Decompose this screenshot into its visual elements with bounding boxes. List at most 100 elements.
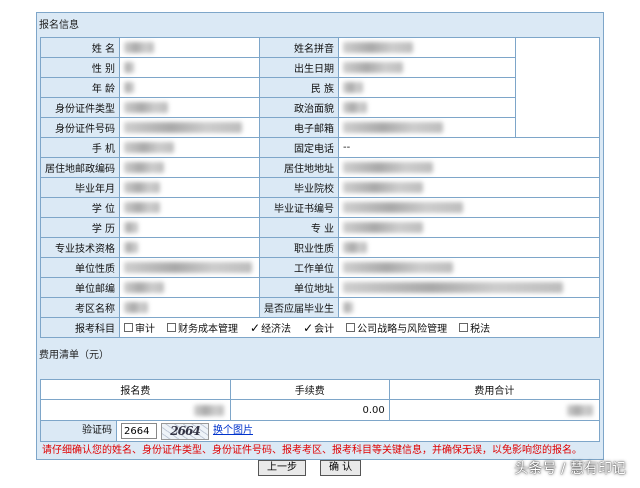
fee-header-total: 费用合计 bbox=[388, 379, 601, 400]
political-label: 政治面貌 bbox=[259, 97, 339, 118]
degree-value bbox=[119, 197, 260, 218]
unit-postcode-label: 单位邮编 bbox=[40, 277, 120, 298]
mobile-label: 手 机 bbox=[40, 137, 120, 158]
grad-date-value bbox=[119, 177, 260, 198]
subjects-list: 审计 财务成本管理 ✓ 经济法 ✓ 会计 公司战略与风险管理 税法 bbox=[119, 317, 600, 338]
table-row: 单位邮编 单位地址 bbox=[40, 277, 600, 298]
degree-label: 学 位 bbox=[40, 197, 120, 218]
subject-label: 会计 bbox=[314, 324, 335, 335]
table-row: 报考科目 审计 财务成本管理 ✓ 经济法 ✓ 会计 公司战略与风险管理 税法 bbox=[40, 317, 600, 338]
gender-value bbox=[119, 57, 260, 78]
photo-area bbox=[515, 37, 600, 138]
grad-date-label: 毕业年月 bbox=[40, 177, 120, 198]
captcha-input[interactable] bbox=[121, 423, 157, 439]
refresh-captcha-link[interactable]: 换个图片 bbox=[213, 421, 253, 441]
checkmark-icon[interactable]: ✓ bbox=[303, 321, 313, 335]
job-title-label: 职业性质 bbox=[259, 237, 339, 258]
is-graduate-label: 是否应届毕业生 bbox=[259, 297, 339, 318]
subject-label: 税法 bbox=[470, 324, 491, 335]
table-row: 专业技术资格 职业性质 bbox=[40, 237, 600, 258]
major-value bbox=[338, 217, 600, 238]
age-label: 年 龄 bbox=[40, 77, 120, 98]
work-unit-value bbox=[338, 257, 600, 278]
unit-type-label: 单位性质 bbox=[40, 257, 120, 278]
table-row: 报名费 手续费 费用合计 bbox=[40, 379, 601, 400]
fees-title: 费用清单（元） bbox=[39, 350, 109, 361]
prev-step-button[interactable]: 上一步 bbox=[258, 460, 306, 476]
subjects-label: 报考科目 bbox=[40, 317, 120, 338]
watermark: 头条号 / 慧有印记 bbox=[514, 461, 626, 477]
postcode-value bbox=[119, 157, 260, 178]
table-row: 单位性质 工作单位 bbox=[40, 257, 600, 278]
action-buttons: 上一步 确 认 bbox=[258, 460, 362, 476]
email-value bbox=[338, 117, 516, 138]
education-value bbox=[119, 217, 260, 238]
panel-title: 报名信息 bbox=[39, 20, 79, 31]
name-value bbox=[119, 37, 260, 58]
education-label: 学 历 bbox=[40, 217, 120, 238]
ethnicity-label: 民 族 bbox=[259, 77, 339, 98]
postcode-label: 居住地邮政编码 bbox=[40, 157, 120, 178]
table-row: 0.00 bbox=[40, 399, 601, 422]
table-row: 手 机 固定电话 -- bbox=[40, 137, 600, 158]
checkbox-audit[interactable] bbox=[124, 323, 133, 332]
captcha-label: 验证码 bbox=[41, 421, 117, 441]
birth-date-value bbox=[338, 57, 516, 78]
checkmark-icon[interactable]: ✓ bbox=[250, 321, 260, 335]
subject-tax[interactable]: 税法 bbox=[459, 320, 490, 335]
degree-cert-value bbox=[338, 197, 600, 218]
table-row: 学 位 毕业证书编号 bbox=[40, 197, 600, 218]
unit-type-value bbox=[119, 257, 260, 278]
subject-label: 公司战略与风险管理 bbox=[357, 324, 448, 335]
is-graduate-value bbox=[338, 297, 600, 318]
captcha-row: 验证码 2664 换个图片 bbox=[40, 420, 600, 442]
id-type-label: 身份证件类型 bbox=[40, 97, 120, 118]
table-row: 居住地邮政编码 居住地地址 bbox=[40, 157, 600, 178]
tech-title-value bbox=[119, 237, 260, 258]
table-row: 姓 名 姓名拼音 bbox=[40, 37, 600, 138]
school-value bbox=[338, 177, 600, 198]
ethnicity-value bbox=[338, 77, 516, 98]
subject-accounting[interactable]: ✓ 会计 bbox=[303, 320, 335, 336]
table-row: 毕业年月 毕业院校 bbox=[40, 177, 600, 198]
checkbox-strategy[interactable] bbox=[346, 323, 356, 332]
subject-audit[interactable]: 审计 bbox=[124, 320, 155, 335]
table-row: 学 历 专 业 bbox=[40, 217, 600, 238]
handling-fee-value: 0.00 bbox=[229, 399, 390, 422]
mobile-value bbox=[119, 137, 260, 158]
address-value bbox=[338, 157, 600, 178]
unit-postcode-value bbox=[119, 277, 260, 298]
subject-label: 审计 bbox=[135, 324, 155, 335]
subject-economic-law[interactable]: ✓ 经济法 bbox=[250, 320, 292, 336]
table-row: 考区名称 是否应届毕业生 bbox=[40, 297, 600, 318]
job-title-value bbox=[338, 237, 600, 258]
id-number-value bbox=[119, 117, 260, 138]
name-label: 姓 名 bbox=[40, 37, 120, 58]
subject-finance[interactable]: 财务成本管理 bbox=[167, 320, 238, 335]
landline-value: -- bbox=[338, 137, 600, 158]
unit-address-value bbox=[338, 277, 600, 298]
checkbox-tax[interactable] bbox=[459, 323, 469, 332]
warning-message: 请仔细确认您的姓名、身份证件类型、身份证件号码、报考考区、报考科目等关键信息，并… bbox=[42, 445, 582, 456]
landline-label: 固定电话 bbox=[259, 137, 339, 158]
gender-label: 性 别 bbox=[40, 57, 120, 78]
registration-panel: 报名信息 姓 名 姓名拼音 性 别 出生日期 年 龄 民 族 身份证件类型 政治… bbox=[36, 12, 604, 460]
checkbox-finance[interactable] bbox=[167, 323, 176, 332]
id-number-label: 身份证件号码 bbox=[40, 117, 120, 138]
work-unit-label: 工作单位 bbox=[259, 257, 339, 278]
birth-date-label: 出生日期 bbox=[259, 57, 339, 78]
subject-strategy[interactable]: 公司战略与风险管理 bbox=[346, 320, 447, 335]
exam-area-value bbox=[119, 297, 260, 318]
subject-label: 经济法 bbox=[261, 324, 292, 335]
tech-title-label: 专业技术资格 bbox=[40, 237, 120, 258]
fees-table: 报名费 手续费 费用合计 0.00 bbox=[40, 379, 601, 422]
address-label: 居住地地址 bbox=[259, 157, 339, 178]
email-label: 电子邮箱 bbox=[259, 117, 339, 138]
confirm-button[interactable]: 确 认 bbox=[320, 460, 362, 476]
name-pinyin-value bbox=[338, 37, 516, 58]
total-fee-value bbox=[388, 399, 601, 422]
captcha-image: 2664 bbox=[161, 423, 209, 440]
fee-header-handling: 手续费 bbox=[229, 379, 390, 400]
fee-header-registration: 报名费 bbox=[40, 379, 231, 400]
degree-cert-label: 毕业证书编号 bbox=[259, 197, 339, 218]
